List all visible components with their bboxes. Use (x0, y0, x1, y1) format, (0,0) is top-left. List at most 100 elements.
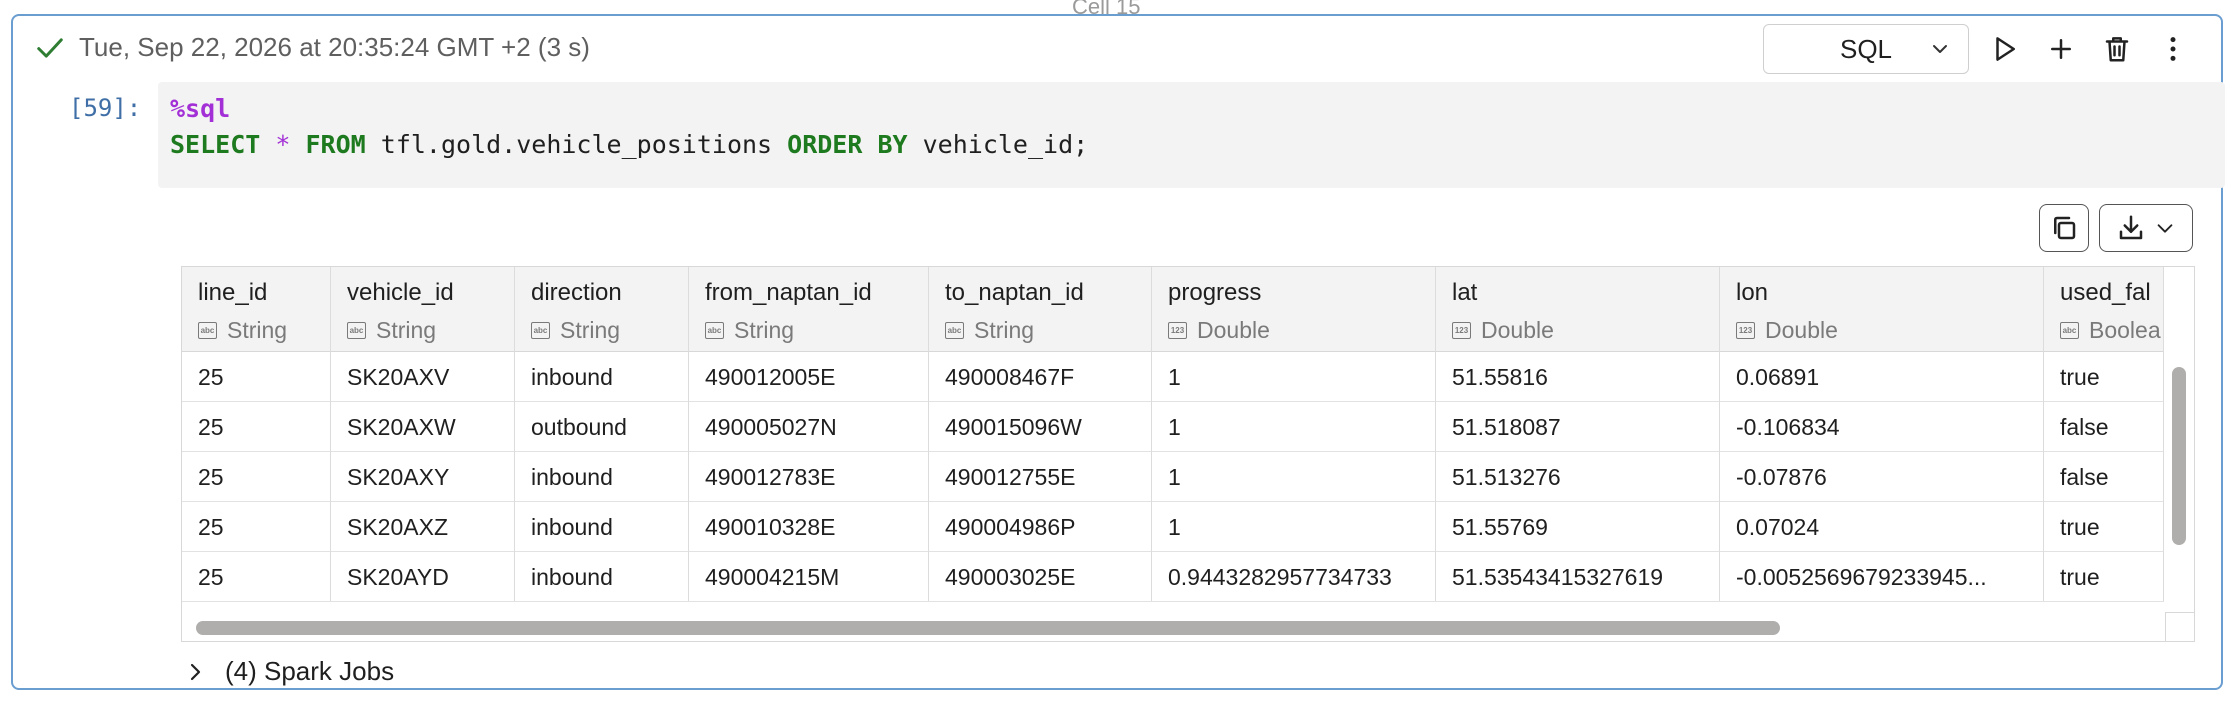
table-cell[interactable]: 25 (182, 501, 331, 551)
cell-value: -0.0052569679233945... (1736, 564, 1987, 590)
table-cell[interactable]: inbound (515, 551, 689, 601)
trash-icon (2105, 37, 2129, 62)
column-header[interactable]: used_fal abc Boolea (2044, 267, 2164, 351)
table-cell[interactable]: inbound (515, 451, 689, 501)
notebook-cell[interactable]: Tue, Sep 22, 2026 at 20:35:24 GMT +2 (3 … (11, 14, 2225, 690)
language-select[interactable]: SQL (1763, 24, 1969, 74)
column-type-label: String (560, 317, 621, 343)
copy-output-button[interactable] (2039, 204, 2089, 252)
play-icon (1996, 37, 2015, 61)
table-cell[interactable]: 490012783E (689, 451, 929, 501)
table-cell[interactable]: 0.07024 (1720, 501, 2044, 551)
vertical-scrollbar[interactable] (2172, 367, 2186, 545)
table-cell[interactable]: SK20AXV (331, 351, 515, 401)
table-cell[interactable]: 25 (182, 351, 331, 401)
column-header[interactable]: to_naptan_id abc String (929, 267, 1152, 351)
table-cell[interactable]: true (2044, 501, 2164, 551)
horizontal-scrollbar[interactable] (196, 621, 1780, 635)
table-cell[interactable]: 1 (1152, 351, 1436, 401)
language-select-value: SQL (1839, 33, 1893, 64)
table-cell[interactable]: 490004986P (929, 501, 1152, 551)
cell-value: false (2060, 414, 2109, 440)
table-cell[interactable]: 490003025E (929, 551, 1152, 601)
table-cell[interactable]: 51.513276 (1436, 451, 1720, 501)
table-cell[interactable]: 51.53543415327619 (1436, 551, 1720, 601)
table-cell[interactable]: -0.07876 (1720, 451, 2044, 501)
table-cell[interactable]: 490008467F (929, 351, 1152, 401)
table-cell[interactable]: 1 (1152, 501, 1436, 551)
table-row[interactable]: 25 SK20AXV inbound 490012005E 490008467F 1 51.… (182, 351, 2164, 402)
spark-jobs-toggle[interactable]: (4) Spark Jobs (183, 656, 394, 687)
table-cell[interactable]: 25 (182, 551, 331, 601)
table-cell[interactable]: 51.55816 (1436, 351, 1720, 401)
table-row[interactable]: 25 SK20AXZ inbound 490010328E 490004986P 1 51.… (182, 501, 2164, 552)
string-type-icon: abc (2060, 322, 2079, 339)
table-cell[interactable]: 490010328E (689, 501, 929, 551)
table-cell[interactable]: 51.55769 (1436, 501, 1720, 551)
cell-value: 0.9443282957734733 (1168, 564, 1392, 590)
table-cell[interactable]: true (2044, 351, 2164, 401)
column-name: lat (1452, 279, 1478, 306)
table-cell[interactable]: inbound (515, 501, 689, 551)
table-cell[interactable]: false (2044, 451, 2164, 501)
table-cell[interactable]: SK20AXW (331, 401, 515, 451)
table-cell[interactable]: 0.9443282957734733 (1152, 551, 1436, 601)
column-header[interactable]: lon 123 Double (1720, 267, 2044, 351)
column-type-label: String (227, 317, 288, 343)
column-type-label: Boolea (2089, 317, 2161, 343)
table-cell[interactable]: 25 (182, 451, 331, 501)
result-table[interactable]: line_id abc String vehicle_id abc String direc… (181, 266, 2195, 642)
table-cell[interactable]: 490015096W (929, 401, 1152, 451)
more-options-button[interactable] (2145, 24, 2201, 74)
table-cell[interactable]: 25 (182, 401, 331, 451)
table-cell[interactable]: SK20AYD (331, 551, 515, 601)
table-cell[interactable]: false (2044, 401, 2164, 451)
table-cell[interactable]: 1 (1152, 401, 1436, 451)
horizontal-scrollbar-track (182, 613, 2194, 641)
code-token: tfl.gold.vehicle_positions (365, 130, 788, 159)
add-cell-button[interactable] (2033, 24, 2089, 74)
delete-cell-button[interactable] (2089, 24, 2145, 74)
cell-value: 25 (198, 414, 224, 440)
table-cell[interactable]: 51.518087 (1436, 401, 1720, 451)
column-header[interactable]: direction abc String (515, 267, 689, 351)
table-cell[interactable]: inbound (515, 351, 689, 401)
column-header[interactable]: vehicle_id abc String (331, 267, 515, 351)
table-row[interactable]: 25 SK20AYD inbound 490004215M 490003025E 0.94… (182, 551, 2164, 602)
cell-value: 490003025E (945, 564, 1076, 590)
table-cell[interactable]: 490012755E (929, 451, 1152, 501)
column-header[interactable]: line_id abc String (182, 267, 331, 351)
string-type-icon: abc (705, 322, 724, 339)
run-cell-button[interactable] (1977, 24, 2033, 74)
column-header[interactable]: lat 123 Double (1436, 267, 1720, 351)
table-cell[interactable]: -0.106834 (1720, 401, 2044, 451)
table-cell[interactable]: SK20AXY (331, 451, 515, 501)
table-cell[interactable]: 490004215M (689, 551, 929, 601)
cell-value: 1 (1168, 464, 1181, 490)
cell-value: 51.55816 (1452, 364, 1548, 390)
table-cell[interactable]: -0.0052569679233945... (1720, 551, 2044, 601)
table-cell[interactable]: true (2044, 551, 2164, 601)
table-row[interactable]: 25 SK20AXY inbound 490012783E 490012755E 1 51.… (182, 451, 2164, 502)
table-row[interactable]: 25 SK20AXW outbound 490005027N 490015096W 1 51… (182, 401, 2164, 452)
table-cell[interactable]: 1 (1152, 451, 1436, 501)
table-cell[interactable]: outbound (515, 401, 689, 451)
string-type-icon: abc (945, 322, 964, 339)
download-output-button[interactable] (2099, 204, 2193, 252)
table-cell[interactable]: 490005027N (689, 401, 929, 451)
column-name: vehicle_id (347, 279, 454, 306)
column-header[interactable]: from_naptan_id abc String (689, 267, 929, 351)
code-editor[interactable]: %sql SELECT * FROM tfl.gold.vehicle_posi… (158, 82, 2225, 188)
cell-value: SK20AXZ (347, 514, 448, 540)
table-cell[interactable]: SK20AXZ (331, 501, 515, 551)
table-cell[interactable]: 0.06891 (1720, 351, 2044, 401)
cell-value: 490012005E (705, 364, 836, 390)
cell-value: 51.53543415327619 (1452, 564, 1664, 590)
execution-count: [59]: (69, 94, 142, 122)
column-header[interactable]: progress 123 Double (1152, 267, 1436, 351)
table-cell[interactable]: 490012005E (689, 351, 929, 401)
spark-jobs-label: (4) Spark Jobs (225, 656, 395, 686)
column-type-label: Double (1197, 317, 1270, 343)
